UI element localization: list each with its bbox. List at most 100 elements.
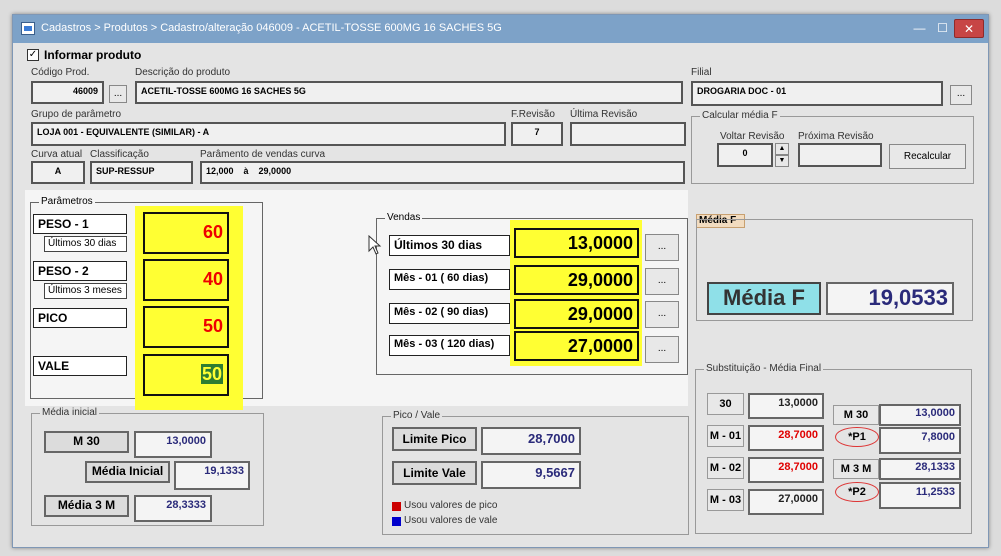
parametros-title: Parâmetros [39, 196, 95, 207]
vendas-row-1-value[interactable]: 13,0000 [514, 228, 639, 258]
voltar-revisao-label: Voltar Revisão [720, 131, 785, 142]
window-title: Cadastros > Produtos > Cadastro/alteraçã… [41, 22, 502, 34]
curva-field[interactable]: A [31, 161, 85, 184]
subst-m03-value[interactable]: 27,0000 [748, 489, 824, 515]
filial-label: Filial [691, 67, 712, 78]
media-inicial-m3m-label: Média 3 M [44, 495, 129, 517]
vale-field[interactable]: 50 [143, 354, 229, 396]
peso1-label: PESO - 1 [33, 214, 127, 234]
proxima-revisao-field[interactable] [798, 143, 882, 167]
media-inicial-m30-value[interactable]: 13,0000 [134, 431, 212, 458]
app-icon [21, 22, 35, 35]
frevisao-label: F.Revisão [511, 109, 555, 120]
media-inicial-mi-value[interactable]: 19,1333 [174, 461, 250, 490]
subst-p1-value[interactable]: 7,8000 [879, 427, 961, 454]
informar-checkbox[interactable]: ✓ [27, 49, 39, 61]
subst-m3m-value[interactable]: 28,1333 [879, 458, 961, 480]
filial-lookup-button[interactable]: ... [950, 85, 972, 105]
subst-p2-value[interactable]: 11,2533 [879, 482, 961, 509]
legend-pico-label: Usou valores de pico [404, 500, 498, 511]
vendas-row-3-button[interactable]: ... [645, 301, 679, 328]
parametro-curva-label: Parâmento de vendas curva [200, 149, 326, 160]
subst-m3m-label: M 3 M [833, 459, 879, 479]
maximize-button[interactable]: ☐ [931, 19, 954, 38]
parametro-curva-to: 29,0000 [258, 166, 292, 176]
descricao-field[interactable]: ACETIL-TOSSE 600MG 16 SACHES 5G [135, 81, 683, 104]
peso1-sublabel: Últimos 30 dias [44, 236, 127, 252]
pico-label: PICO [33, 308, 127, 328]
grupo-field[interactable]: LOJA 001 - EQUIVALENTE (SIMILAR) - A [31, 122, 506, 146]
grupo-label: Grupo de parâmetro [31, 109, 122, 120]
peso2-sublabel: Últimos 3 meses [44, 283, 127, 299]
vale-label: VALE [33, 356, 127, 376]
minimize-button[interactable]: — [908, 19, 931, 38]
voltar-revisao-field[interactable]: 0 [717, 143, 773, 167]
codigo-lookup-button[interactable]: ... [109, 85, 127, 103]
vendas-row-1-label: Últimos 30 dias [389, 235, 510, 256]
parametro-curva-field[interactable]: 12,000 à 29,0000 [200, 161, 685, 184]
page: Cadastros > Produtos > Cadastro/alteraçã… [0, 0, 1001, 556]
recalcular-button[interactable]: Recalcular [889, 144, 966, 169]
proxima-revisao-label: Próxima Revisão [798, 131, 874, 142]
subst-30-value[interactable]: 13,0000 [748, 393, 824, 419]
vendas-row-2-value[interactable]: 29,0000 [514, 265, 639, 295]
ultima-label: Última Revisão [570, 109, 638, 120]
media-f-value[interactable]: 19,0533 [826, 282, 954, 315]
limite-vale-value[interactable]: 9,5667 [481, 461, 581, 489]
vendas-row-2-button[interactable]: ... [645, 268, 679, 295]
limite-pico-label: Limite Pico [392, 427, 477, 451]
subst-m03-label: M - 03 [707, 489, 744, 511]
vendas-row-3-value[interactable]: 29,0000 [514, 299, 639, 329]
codigo-label: Código Prod. [31, 67, 90, 78]
subst-30-label: 30 [707, 393, 744, 415]
peso1-field[interactable]: 60 [143, 212, 229, 254]
media-inicial-m30-label: M 30 [44, 431, 129, 453]
subst-p1-label: *P1 [835, 427, 879, 447]
vendas-row-1-button[interactable]: ... [645, 234, 679, 261]
filial-field[interactable]: DROGARIA DOC - 01 [691, 81, 943, 106]
spin-down-button[interactable]: ▼ [775, 155, 789, 167]
peso2-field[interactable]: 40 [143, 259, 229, 301]
parametro-curva-sep: à [243, 166, 249, 176]
pico-field[interactable]: 50 [143, 306, 229, 348]
legend-pico-swatch [392, 502, 401, 511]
media-inicial-m3m-value[interactable]: 28,3333 [134, 495, 212, 522]
media-inicial-mi-label: Média Inicial [85, 461, 170, 483]
substituicao-title: Substituição - Média Final [704, 363, 824, 374]
vale-selected-text: 50 [200, 364, 223, 384]
classificacao-label: Classificação [90, 149, 149, 160]
legend-vale-swatch [392, 517, 401, 526]
limite-pico-value[interactable]: 28,7000 [481, 427, 581, 455]
subst-m01-label: M - 01 [707, 425, 744, 447]
limite-vale-label: Limite Vale [392, 461, 477, 485]
media-inicial-title: Média inicial [40, 407, 100, 418]
calcular-media-title: Calcular média F [700, 110, 780, 121]
subst-m30-label: M 30 [833, 405, 879, 425]
vendas-row-2-label: Mês - 01 ( 60 dias) [389, 269, 510, 290]
codigo-field[interactable]: 46009 [31, 81, 104, 104]
vendas-title: Vendas [385, 212, 423, 223]
mouse-cursor-icon [368, 235, 382, 255]
classificacao-field[interactable]: SUP-RESSUP [90, 161, 193, 184]
vendas-row-4-label: Mês - 03 ( 120 dias) [389, 335, 510, 356]
vendas-row-4-value[interactable]: 27,0000 [514, 331, 639, 361]
legend-vale-label: Usou valores de vale [404, 515, 498, 526]
close-button[interactable]: ✕ [954, 19, 984, 38]
curva-label: Curva atual [31, 149, 83, 160]
frevisao-field[interactable]: 7 [511, 122, 563, 146]
peso2-label: PESO - 2 [33, 261, 127, 281]
subst-m01-value[interactable]: 28,7000 [748, 425, 824, 451]
parametro-curva-from: 12,000 [206, 166, 234, 176]
subst-p2-label: *P2 [835, 482, 879, 502]
title-bar: Cadastros > Produtos > Cadastro/alteraçã… [13, 15, 988, 43]
spin-up-button[interactable]: ▲ [775, 143, 789, 155]
subst-m02-label: M - 02 [707, 457, 744, 479]
ultima-field[interactable] [570, 122, 686, 146]
subst-m02-value[interactable]: 28,7000 [748, 457, 824, 483]
descricao-label: Descrição do produto [135, 67, 231, 78]
pico-vale-title: Pico / Vale [391, 410, 443, 421]
vendas-row-3-label: Mês - 02 ( 90 dias) [389, 303, 510, 324]
vendas-row-4-button[interactable]: ... [645, 336, 679, 363]
subst-m30-value[interactable]: 13,0000 [879, 404, 961, 426]
product-window: Cadastros > Produtos > Cadastro/alteraçã… [12, 14, 989, 548]
